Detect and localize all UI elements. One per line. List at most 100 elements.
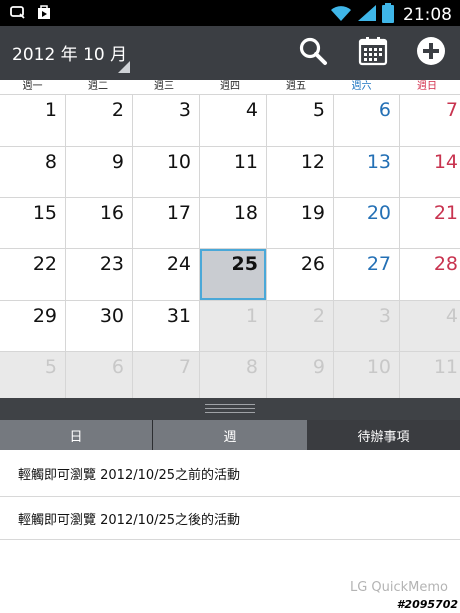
month-dropdown-icon[interactable] [118, 58, 130, 73]
day-cell-next-month[interactable]: 10 [334, 352, 399, 404]
day-number: 3 [178, 99, 191, 121]
day-cell[interactable]: 3 [133, 95, 199, 146]
drag-handle-icon[interactable] [205, 404, 255, 413]
day-number: 4 [445, 305, 458, 327]
day-number: 8 [245, 356, 258, 378]
day-cell-selected[interactable]: 25 [200, 249, 266, 300]
day-cell[interactable]: 18 [200, 198, 266, 248]
day-cell[interactable]: 11 [200, 147, 266, 197]
weekday-label-sunday: 週日 [417, 81, 437, 92]
battery-icon [382, 3, 394, 27]
day-cell[interactable]: 26 [267, 249, 333, 300]
wifi-icon [330, 4, 352, 26]
day-number: 19 [300, 202, 325, 224]
day-number: 13 [366, 151, 391, 173]
status-time: 21:08 [403, 5, 452, 25]
day-cell[interactable]: 22 [0, 249, 65, 300]
day-cell-next-month[interactable]: 4 [400, 301, 460, 351]
weekday-label: 週四 [220, 81, 240, 92]
day-cell[interactable]: 4 [200, 95, 266, 146]
day-cell[interactable]: 23 [66, 249, 132, 300]
day-number: 11 [433, 356, 458, 378]
day-cell[interactable]: 14 [400, 147, 460, 197]
day-number-selected: 25 [231, 253, 258, 275]
day-number: 3 [378, 305, 391, 327]
day-cell[interactable]: 24 [133, 249, 199, 300]
weekday-label-saturday: 週六 [351, 81, 372, 92]
day-cell[interactable]: 17 [133, 198, 199, 248]
day-cell[interactable]: 7 [400, 95, 460, 146]
day-cell[interactable]: 20 [334, 198, 399, 248]
day-cell[interactable]: 12 [267, 147, 333, 197]
day-cell[interactable]: 9 [66, 147, 132, 197]
day-number: 29 [32, 305, 57, 327]
day-number: 22 [32, 253, 57, 275]
day-cell[interactable]: 16 [66, 198, 132, 248]
day-cell-next-month[interactable]: 5 [0, 352, 65, 404]
day-number: 6 [378, 99, 391, 121]
day-cell[interactable]: 15 [0, 198, 65, 248]
search-button[interactable] [293, 34, 333, 72]
day-cell[interactable]: 19 [267, 198, 333, 248]
today-button[interactable] [353, 34, 393, 72]
view-tabs: 日 週 待辦事項 [0, 420, 460, 450]
day-number: 7 [178, 356, 191, 378]
tab-week[interactable]: 週 [153, 420, 307, 450]
day-cell[interactable]: 8 [0, 147, 65, 197]
day-number: 14 [433, 151, 458, 173]
month-grid: 1 2 3 4 5 6 7 8 9 10 11 12 13 14 15 16 1… [0, 94, 460, 404]
day-cell[interactable]: 27 [334, 249, 399, 300]
day-cell[interactable]: 13 [334, 147, 399, 197]
day-number: 28 [433, 253, 458, 275]
day-number: 9 [312, 356, 325, 378]
panel-splitter[interactable] [0, 398, 460, 420]
day-cell-next-month[interactable]: 7 [133, 352, 199, 404]
day-number: 17 [166, 202, 191, 224]
tab-todo[interactable]: 待辦事項 [307, 420, 460, 450]
day-number: 24 [166, 253, 191, 275]
tab-day[interactable]: 日 [0, 420, 152, 450]
day-cell-next-month[interactable]: 11 [400, 352, 460, 404]
weekday-label: 週二 [88, 81, 108, 92]
day-cell-next-month[interactable]: 2 [267, 301, 333, 351]
add-event-button[interactable] [411, 34, 451, 72]
day-cell[interactable]: 28 [400, 249, 460, 300]
day-number: 26 [300, 253, 325, 275]
day-number: 18 [233, 202, 258, 224]
quickmemo-watermark: LG QuickMemo [349, 580, 448, 595]
day-cell-next-month[interactable]: 8 [200, 352, 266, 404]
day-cell[interactable]: 1 [0, 95, 65, 146]
day-cell[interactable]: 6 [334, 95, 399, 146]
image-stamp: #2095702 [396, 598, 458, 611]
weekday-header: 週一 週二 週三 週四 週五 週六 週日 [0, 80, 460, 94]
weekday-label: 週一 [22, 81, 43, 92]
signal-icon [357, 4, 377, 26]
day-cell[interactable]: 10 [133, 147, 199, 197]
day-cell[interactable]: 2 [66, 95, 132, 146]
day-cell[interactable]: 29 [0, 301, 65, 351]
action-bar: 2012 年 10 月 [0, 26, 460, 80]
day-cell[interactable]: 30 [66, 301, 132, 351]
day-cell-next-month[interactable]: 1 [200, 301, 266, 351]
weekday-label: 週三 [154, 81, 174, 92]
day-number: 6 [111, 356, 124, 378]
day-number: 7 [445, 99, 458, 121]
list-item-previous-events[interactable]: 輕觸即可瀏覽 2012/10/25之前的活動 [0, 450, 460, 497]
day-number: 11 [233, 151, 258, 173]
day-cell[interactable]: 21 [400, 198, 460, 248]
day-number: 8 [44, 151, 57, 173]
day-number: 30 [99, 305, 124, 327]
month-title[interactable]: 2012 年 10 月 [12, 40, 127, 65]
search-icon [298, 36, 328, 70]
day-cell[interactable]: 31 [133, 301, 199, 351]
list-item-next-events[interactable]: 輕觸即可瀏覽 2012/10/25之後的活動 [0, 497, 460, 540]
day-number: 15 [32, 202, 57, 224]
day-number: 2 [111, 99, 124, 121]
day-cell-next-month[interactable]: 3 [334, 301, 399, 351]
day-cell-next-month[interactable]: 9 [267, 352, 333, 404]
day-number: 5 [312, 99, 325, 121]
play-store-icon [36, 4, 52, 24]
day-number: 21 [433, 202, 458, 224]
day-cell[interactable]: 5 [267, 95, 333, 146]
day-cell-next-month[interactable]: 6 [66, 352, 132, 404]
